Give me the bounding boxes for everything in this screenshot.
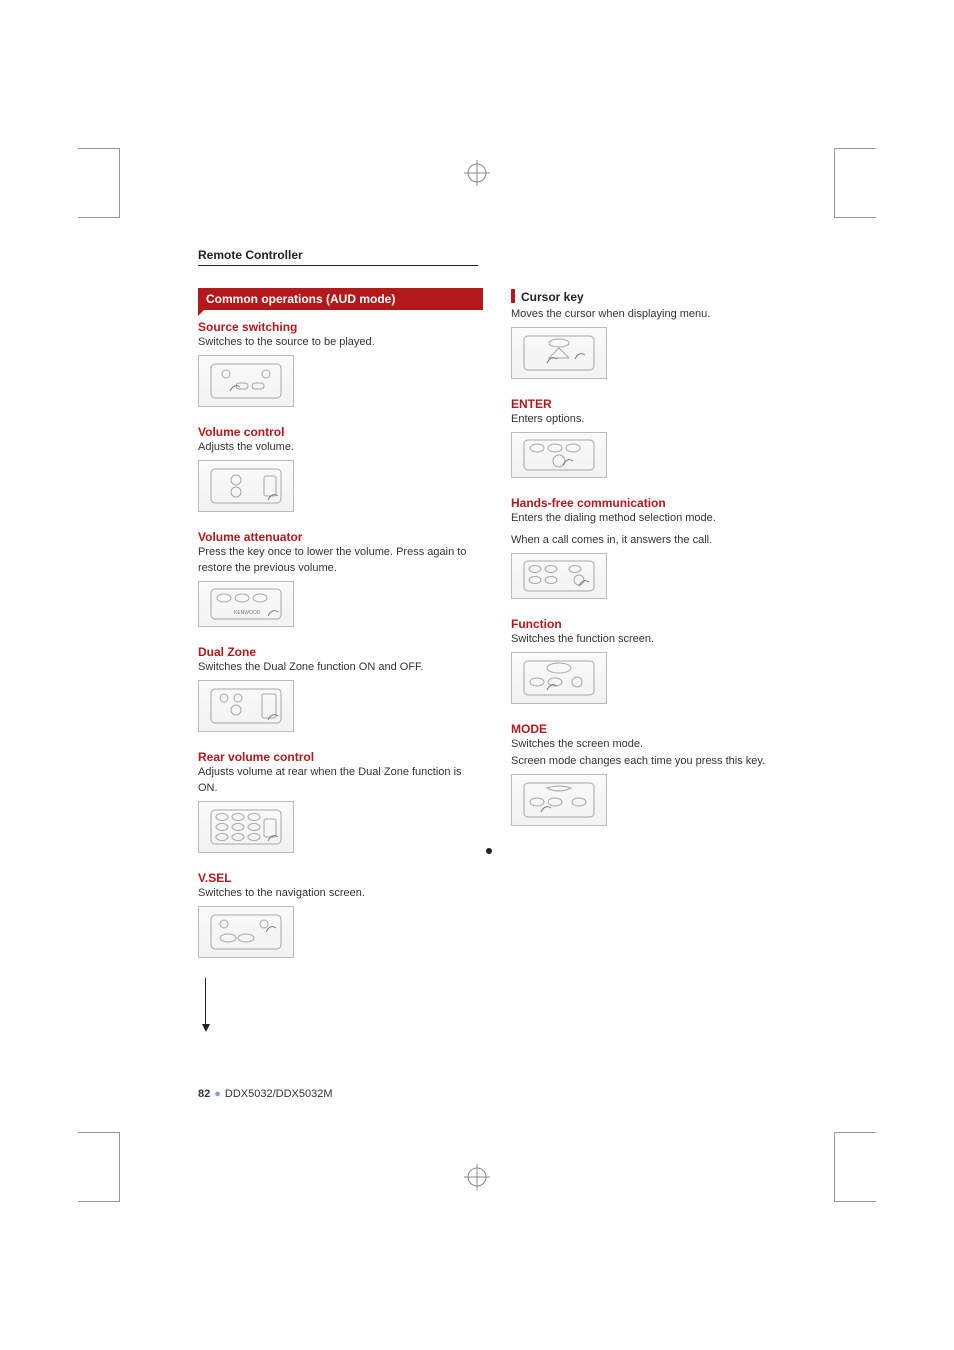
page-footer: 82 ● DDX5032/DDX5032M bbox=[198, 1088, 333, 1100]
remote-icon bbox=[206, 807, 286, 847]
remote-illustration: KENWOOD bbox=[198, 581, 294, 627]
remote-illustration bbox=[511, 327, 607, 379]
remote-illustration bbox=[511, 553, 607, 599]
feature-block-rear-volume: Rear volume control Adjusts volume at re… bbox=[198, 750, 483, 853]
remote-icon bbox=[206, 466, 286, 506]
feature-body: Switches to the source to be played. bbox=[198, 335, 483, 351]
feature-title-row: Cursor key bbox=[511, 288, 796, 306]
feature-title: ENTER bbox=[511, 397, 796, 411]
feature-body: Switches the function screen. bbox=[511, 632, 796, 648]
feature-body: Switches to the navigation screen. bbox=[198, 886, 483, 902]
feature-block-volume-control: Volume control Adjusts the volume. bbox=[198, 425, 483, 512]
feature-block-dual-zone: Dual Zone Switches the Dual Zone functio… bbox=[198, 645, 483, 732]
feature-block-cursor-key: Cursor key Moves the cursor when display… bbox=[511, 288, 796, 379]
trim-mark bbox=[834, 148, 876, 218]
left-column: Common operations (AUD mode) Source swit… bbox=[198, 288, 483, 976]
feature-title: Rear volume control bbox=[198, 750, 483, 764]
registration-mark-top bbox=[464, 160, 490, 186]
section-header: Remote Controller bbox=[198, 248, 478, 266]
remote-icon bbox=[206, 912, 286, 952]
feature-body: Screen mode changes each time you press … bbox=[511, 754, 796, 770]
mode-banner: Common operations (AUD mode) bbox=[198, 288, 483, 310]
remote-illustration bbox=[198, 801, 294, 853]
content-area: Remote Controller Common operations (AUD… bbox=[198, 248, 796, 1100]
right-column: Cursor key Moves the cursor when display… bbox=[511, 288, 796, 976]
remote-illustration bbox=[198, 355, 294, 407]
feature-title: Hands-free communication bbox=[511, 496, 796, 510]
two-column-layout: Common operations (AUD mode) Source swit… bbox=[198, 288, 796, 976]
trim-mark bbox=[78, 1132, 120, 1202]
feature-block-volume-attenuator: Volume attenuator Press the key once to … bbox=[198, 530, 483, 627]
remote-icon: KENWOOD bbox=[206, 586, 286, 622]
feature-body: Moves the cursor when displaying menu. bbox=[511, 307, 796, 323]
feature-body: Adjusts volume at rear when the Dual Zon… bbox=[198, 765, 483, 797]
feature-block-mode: MODE Switches the screen mode. Screen mo… bbox=[511, 722, 796, 826]
bullet-icon: ● bbox=[214, 1088, 221, 1100]
page: Remote Controller Common operations (AUD… bbox=[0, 0, 954, 1350]
model-label: DDX5032/DDX5032M bbox=[225, 1088, 333, 1100]
feature-block-handsfree: Hands-free communication Enters the dial… bbox=[511, 496, 796, 599]
feature-title: Volume attenuator bbox=[198, 530, 483, 544]
page-number: 82 bbox=[198, 1088, 210, 1100]
feature-title: Source switching bbox=[198, 320, 483, 334]
feature-title: Cursor key bbox=[521, 290, 584, 304]
remote-illustration bbox=[511, 432, 607, 478]
remote-illustration bbox=[198, 460, 294, 512]
red-tab-icon bbox=[511, 289, 515, 303]
remote-illustration bbox=[198, 680, 294, 732]
remote-icon bbox=[519, 658, 599, 698]
feature-body: Switches the screen mode. bbox=[511, 737, 796, 753]
remote-illustration bbox=[511, 652, 607, 704]
feature-body: Enters options. bbox=[511, 412, 796, 428]
feature-title: Volume control bbox=[198, 425, 483, 439]
feature-block-enter: ENTER Enters options. bbox=[511, 397, 796, 478]
feature-block-source-switching: Source switching Switches to the source … bbox=[198, 320, 483, 407]
feature-block-function: Function Switches the function screen. bbox=[511, 617, 796, 704]
remote-illustration bbox=[511, 774, 607, 826]
feature-body: Press the key once to lower the volume. … bbox=[198, 545, 483, 577]
feature-body: Enters the dialing method selection mode… bbox=[511, 511, 796, 527]
feature-body: Adjusts the volume. bbox=[198, 440, 483, 456]
feature-body: Switches the Dual Zone function ON and O… bbox=[198, 660, 483, 676]
remote-illustration bbox=[198, 906, 294, 958]
remote-icon bbox=[519, 437, 599, 473]
feature-body: When a call comes in, it answers the cal… bbox=[511, 533, 796, 549]
remote-icon bbox=[519, 333, 599, 373]
feature-title: V.SEL bbox=[198, 871, 483, 885]
remote-icon bbox=[519, 558, 599, 594]
trim-mark bbox=[834, 1132, 876, 1202]
feature-title: MODE bbox=[511, 722, 796, 736]
feature-title: Function bbox=[511, 617, 796, 631]
trim-mark bbox=[78, 148, 120, 218]
remote-icon bbox=[519, 780, 599, 820]
remote-icon bbox=[206, 686, 286, 726]
feature-title: Dual Zone bbox=[198, 645, 483, 659]
feature-block-vsel: V.SEL Switches to the navigation screen. bbox=[198, 871, 483, 958]
registration-mark-bottom bbox=[464, 1164, 490, 1190]
svg-text:KENWOOD: KENWOOD bbox=[234, 610, 261, 616]
remote-icon bbox=[206, 361, 286, 401]
